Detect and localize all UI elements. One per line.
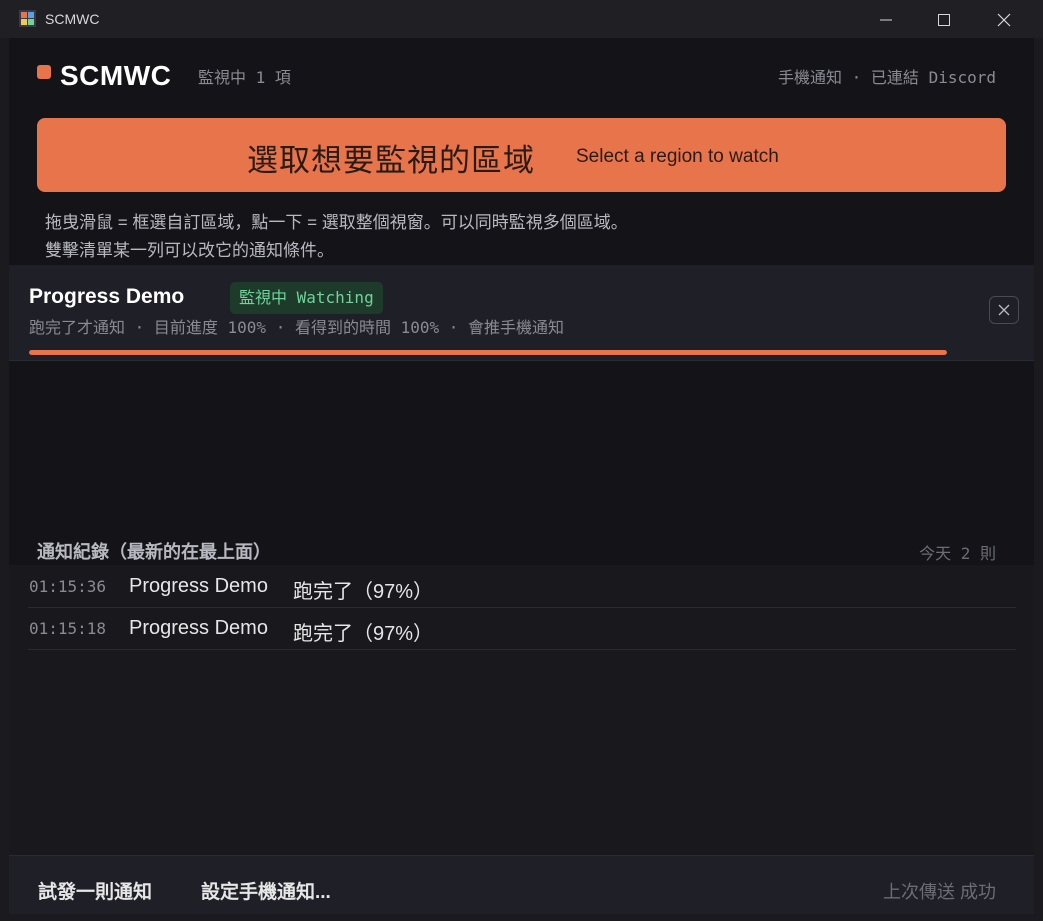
close-icon bbox=[997, 13, 1011, 27]
progress-bar bbox=[29, 350, 947, 355]
select-region-button[interactable]: 選取想要監視的區域 Select a region to watch bbox=[37, 118, 1006, 192]
maximize-button[interactable] bbox=[915, 0, 973, 38]
last-send-status: 上次傳送 成功 bbox=[882, 882, 996, 902]
monitor-count: 監視中 1 項 bbox=[198, 68, 291, 87]
main-panel: SCMWC 監視中 1 項 手機通知 · 已連結 Discord 選取想要監視的… bbox=[9, 38, 1034, 914]
footer-bar: 試發一則通知 設定手機通知... 上次傳送 成功 bbox=[9, 855, 1034, 914]
minimize-button[interactable] bbox=[857, 0, 915, 38]
log-row: 01:15:18 Progress Demo 跑完了（97%） bbox=[28, 607, 1016, 650]
hint-text-secondary: 雙擊清單某一列可以改它的通知條件。 bbox=[45, 241, 334, 260]
close-window-button[interactable] bbox=[975, 0, 1033, 38]
log-time: 01:15:36 bbox=[29, 577, 107, 596]
log-name: Progress Demo bbox=[129, 575, 268, 597]
log-message: 跑完了（97%） bbox=[293, 581, 434, 603]
log-count: 今天 2 則 bbox=[919, 544, 996, 563]
connection-status: 手機通知 · 已連結 Discord bbox=[778, 68, 996, 87]
log-title: 通知紀錄（最新的在最上面） bbox=[37, 542, 271, 562]
app-icon bbox=[19, 10, 36, 27]
progress-bar-fill bbox=[29, 350, 947, 355]
select-region-label-zh: 選取想要監視的區域 bbox=[247, 143, 535, 178]
watch-detail: 跑完了才通知 · 目前進度 100% · 看得到的時間 100% · 會推手機通… bbox=[29, 318, 565, 337]
notification-log-list: 01:15:36 Progress Demo 跑完了（97%） 01:15:18… bbox=[9, 565, 1034, 855]
log-time: 01:15:18 bbox=[29, 619, 107, 638]
log-message: 跑完了（97%） bbox=[293, 623, 434, 645]
log-name: Progress Demo bbox=[129, 617, 268, 639]
setup-phone-notification-button[interactable]: 設定手機通知... bbox=[201, 877, 331, 904]
brand-title: SCMWC bbox=[60, 60, 172, 91]
window-title: SCMWC bbox=[45, 11, 100, 27]
brand-dot-icon bbox=[37, 65, 51, 79]
remove-watch-button[interactable] bbox=[989, 296, 1019, 324]
select-region-label-en: Select a region to watch bbox=[576, 146, 779, 167]
watch-list-item[interactable]: Progress Demo 監視中 Watching 跑完了才通知 · 目前進度… bbox=[9, 265, 1034, 361]
log-row: 01:15:36 Progress Demo 跑完了（97%） bbox=[28, 565, 1016, 608]
maximize-icon bbox=[938, 14, 950, 26]
close-icon bbox=[998, 304, 1010, 316]
minimize-icon bbox=[880, 19, 892, 21]
title-bar: SCMWC bbox=[0, 0, 1043, 38]
status-badge: 監視中 Watching bbox=[230, 282, 383, 314]
hint-text: 拖曳滑鼠 = 框選自訂區域，點一下 = 選取整個視窗。可以同時監視多個區域。 bbox=[45, 213, 628, 232]
test-notification-button[interactable]: 試發一則通知 bbox=[38, 877, 152, 904]
watch-name: Progress Demo bbox=[29, 285, 185, 308]
